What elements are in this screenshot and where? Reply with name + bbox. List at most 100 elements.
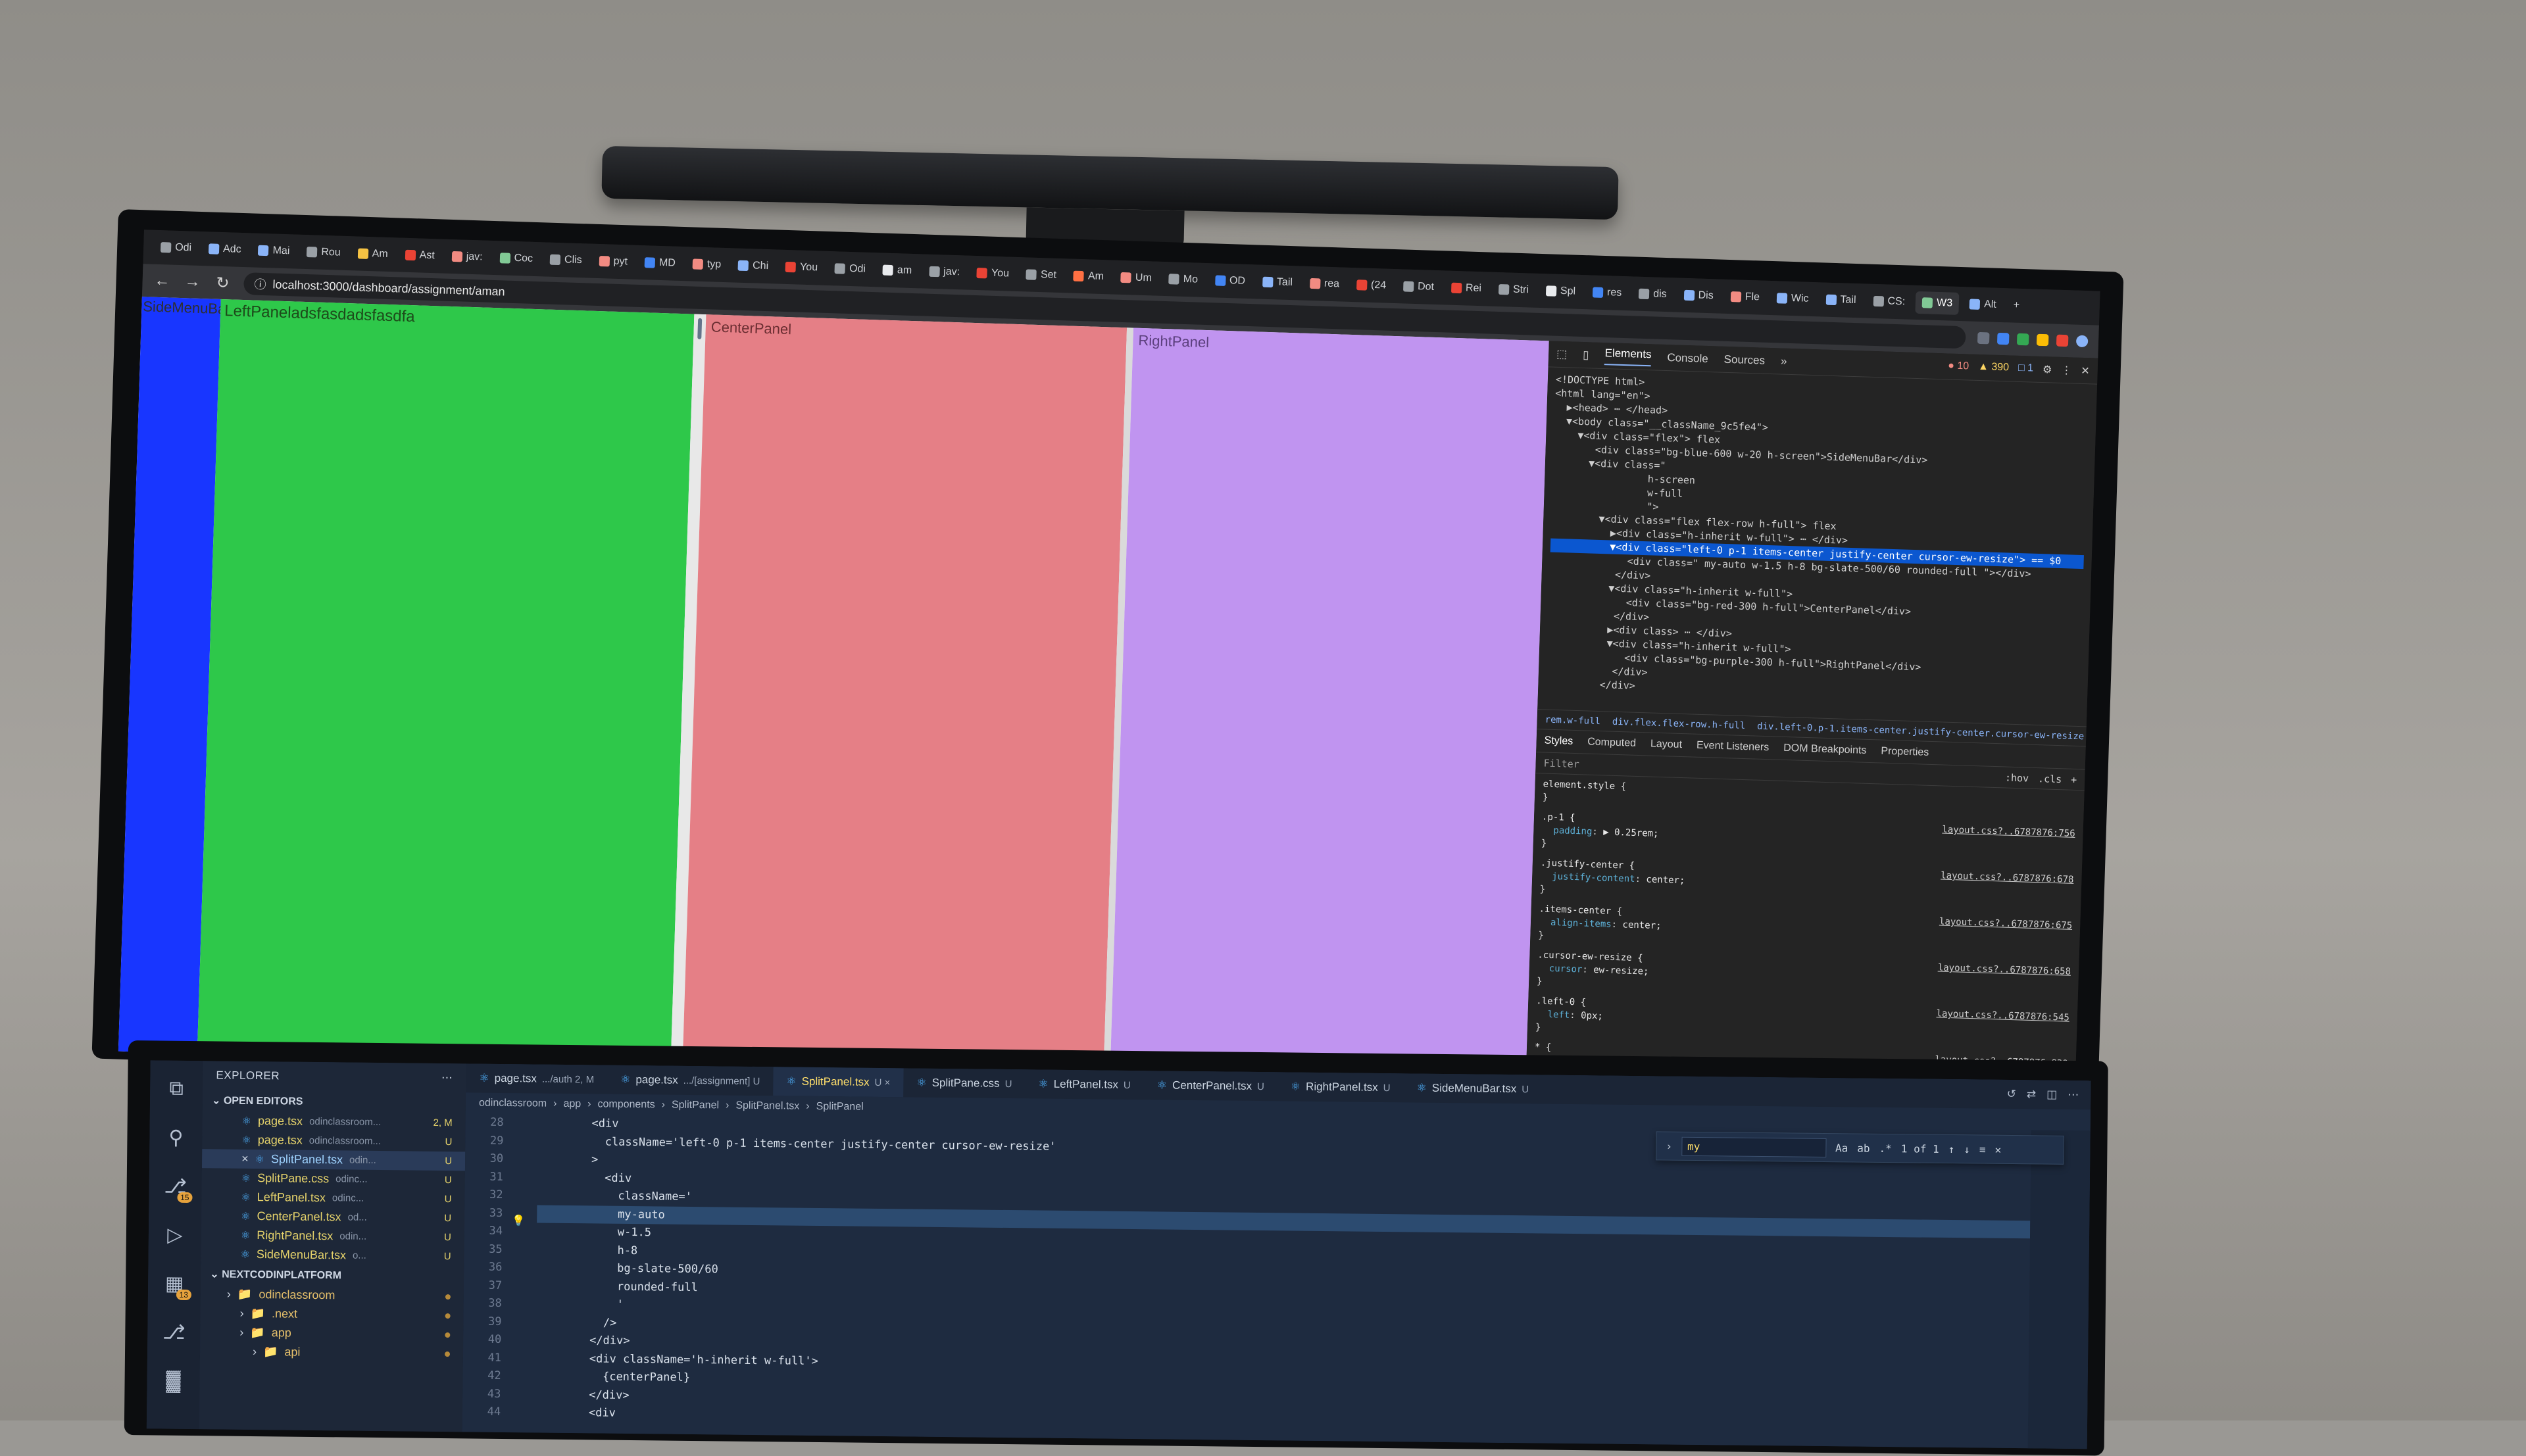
- warning-count[interactable]: ▲ 390: [1978, 360, 2010, 374]
- browser-tab[interactable]: OD: [1208, 269, 1252, 293]
- extension-icon[interactable]: [1977, 332, 1990, 345]
- browser-tab[interactable]: (24: [1349, 274, 1393, 297]
- extensions-icon[interactable]: ▦13: [162, 1273, 186, 1296]
- styles-subtab[interactable]: Event Listeners: [1696, 740, 1770, 754]
- match-case-toggle[interactable]: Aa: [1835, 1142, 1848, 1154]
- chart-icon[interactable]: ▓: [161, 1370, 185, 1394]
- run-debug-icon[interactable]: ▷: [163, 1224, 187, 1248]
- issue-counters[interactable]: ● 10 ▲ 390 □ 1 ⚙ ⋮ ✕: [1948, 360, 2090, 377]
- editor-tab[interactable]: ⚛LeftPanel.tsxU: [1025, 1069, 1144, 1100]
- browser-tab[interactable]: Adc: [202, 237, 249, 261]
- regex-toggle[interactable]: .*: [1879, 1142, 1892, 1154]
- open-editor-item[interactable]: ⚛SideMenuBar.tsxo...U: [201, 1244, 464, 1266]
- styles-subtab[interactable]: Layout: [1650, 739, 1683, 752]
- open-editor-item[interactable]: ⚛SplitPane.cssodinc...U: [202, 1168, 465, 1190]
- browser-tab[interactable]: Dot: [1397, 275, 1441, 299]
- editor-tab[interactable]: ⚛SplitPanel.tsxU ×: [773, 1067, 903, 1097]
- more-actions-icon[interactable]: ⋯: [2068, 1088, 2079, 1102]
- breadcrumb-item[interactable]: SplitPanel: [816, 1101, 864, 1113]
- split-editor-icon[interactable]: ◫: [2046, 1088, 2057, 1102]
- css-selector[interactable]: .left-0 {: [1536, 994, 1586, 1009]
- extension-icon[interactable]: [2017, 333, 2029, 346]
- folder-item[interactable]: ›📁app: [200, 1323, 463, 1344]
- whole-word-toggle[interactable]: ab: [1857, 1142, 1870, 1154]
- breadcrumb-item[interactable]: components: [597, 1098, 655, 1111]
- browser-tab[interactable]: am: [876, 258, 918, 282]
- forward-icon[interactable]: →: [183, 272, 202, 291]
- browser-tab[interactable]: Mai: [251, 239, 297, 262]
- browser-tab[interactable]: jav:: [922, 260, 967, 283]
- browser-tab[interactable]: Coc: [493, 247, 539, 270]
- editor-tab[interactable]: ⚛SplitPane.cssU: [903, 1068, 1026, 1098]
- browser-tab[interactable]: jav:: [445, 245, 489, 269]
- tab-elements[interactable]: Elements: [1604, 347, 1652, 366]
- folder-item[interactable]: ›📁api: [200, 1342, 463, 1363]
- filter-tool-button[interactable]: .cls: [2038, 773, 2062, 785]
- extension-icon[interactable]: [2056, 335, 2069, 347]
- browser-tab[interactable]: res: [1585, 281, 1628, 304]
- browser-tab[interactable]: Am: [1066, 264, 1110, 288]
- browser-tab[interactable]: Odi: [828, 257, 873, 281]
- browser-tab[interactable]: Odi: [154, 236, 199, 260]
- device-toggle-icon[interactable]: ▯: [1583, 349, 1589, 362]
- browser-tab[interactable]: Set: [1019, 263, 1063, 287]
- close-icon[interactable]: ✕: [1994, 1143, 2001, 1155]
- lightbulb-icon[interactable]: 💡: [512, 1214, 525, 1226]
- browser-tab[interactable]: typ: [685, 253, 728, 276]
- browser-tab[interactable]: rea: [1302, 272, 1346, 296]
- browser-tab[interactable]: Alt: [1963, 293, 2004, 316]
- find-in-selection-icon[interactable]: ≡: [1979, 1143, 1986, 1155]
- code-lines[interactable]: <div className='left-0 p-1 items-center …: [508, 1114, 2031, 1448]
- breadcrumb-item[interactable]: SplitPanel.tsx: [735, 1100, 799, 1113]
- dom-breadcrumb-item[interactable]: div.flex.flex-row.h-full: [1612, 716, 1746, 731]
- open-editor-item[interactable]: ×⚛SplitPanel.tsxodin...U: [202, 1149, 465, 1171]
- breadcrumb-item[interactable]: odinclassroom: [479, 1098, 547, 1110]
- arrow-up-icon[interactable]: ↑: [1948, 1142, 1955, 1155]
- dom-breadcrumb-item[interactable]: rem.w-full: [1545, 714, 1600, 727]
- browser-tab[interactable]: Am: [351, 242, 395, 266]
- close-icon[interactable]: ✕: [2081, 364, 2090, 377]
- code-view[interactable]: 2829303132333435363738394041424344 <div …: [462, 1113, 2091, 1449]
- browser-tab[interactable]: pyt: [592, 250, 634, 274]
- message-count[interactable]: □ 1: [2018, 362, 2034, 376]
- find-input[interactable]: [1681, 1136, 1826, 1157]
- browser-tab[interactable]: Fle: [1723, 285, 1766, 309]
- open-editors-section[interactable]: ⌄ OPEN EDITORS: [203, 1090, 466, 1113]
- browser-tab[interactable]: Mo: [1162, 268, 1204, 291]
- error-count[interactable]: ● 10: [1948, 360, 1969, 374]
- browser-tab[interactable]: Um: [1114, 266, 1158, 290]
- styles-subtab[interactable]: DOM Breakpoints: [1783, 742, 1867, 757]
- browser-tab[interactable]: CS:: [1866, 290, 1912, 314]
- browser-tab[interactable]: Tail: [1819, 288, 1863, 312]
- inspect-icon[interactable]: ⬚: [1556, 347, 1568, 360]
- browser-tab[interactable]: Spl: [1539, 279, 1582, 303]
- editor-tab[interactable]: ⚛SideMenuBar.tsxU: [1403, 1073, 1542, 1104]
- close-icon[interactable]: ×: [241, 1152, 249, 1166]
- search-icon[interactable]: ⚲: [164, 1127, 187, 1150]
- browser-tab[interactable]: Rei: [1444, 276, 1488, 300]
- folder-item[interactable]: ›📁.next: [201, 1303, 464, 1325]
- open-editor-item[interactable]: ⚛page.tsxodinclassroom...U: [202, 1130, 465, 1152]
- browser-tab[interactable]: You: [970, 262, 1016, 285]
- more-tabs-icon[interactable]: »: [1781, 354, 1787, 368]
- browser-tab[interactable]: You: [779, 256, 825, 279]
- styles-subtab[interactable]: Properties: [1881, 746, 1929, 759]
- browser-tab[interactable]: Tail: [1255, 270, 1299, 294]
- kebab-menu-icon[interactable]: ⋮: [2061, 363, 2072, 376]
- open-editor-item[interactable]: ⚛RightPanel.tsxodin...U: [201, 1225, 464, 1247]
- source-control-icon[interactable]: ⎇15: [163, 1175, 187, 1199]
- tab-sources[interactable]: Sources: [1723, 352, 1765, 367]
- browser-tab[interactable]: W3: [1916, 291, 1960, 315]
- site-info-icon[interactable]: ⓘ: [254, 276, 266, 293]
- css-selector[interactable]: .p-1 {: [1542, 810, 1575, 825]
- back-icon[interactable]: ←: [153, 272, 172, 291]
- styles-subtab[interactable]: Computed: [1587, 737, 1636, 750]
- breadcrumb-item[interactable]: app: [563, 1098, 581, 1110]
- open-editor-item[interactable]: ⚛LeftPanel.tsxodinc...U: [201, 1187, 464, 1209]
- styles-subtab[interactable]: Styles: [1544, 735, 1573, 747]
- chevron-right-icon[interactable]: ›: [1666, 1140, 1672, 1152]
- profile-avatar-icon[interactable]: [2076, 335, 2089, 348]
- filter-tool-button[interactable]: :hov: [2005, 771, 2029, 784]
- editor-tab[interactable]: ⚛RightPanel.tsxU: [1277, 1072, 1404, 1102]
- styles-filter-input[interactable]: Filter: [1543, 757, 1579, 770]
